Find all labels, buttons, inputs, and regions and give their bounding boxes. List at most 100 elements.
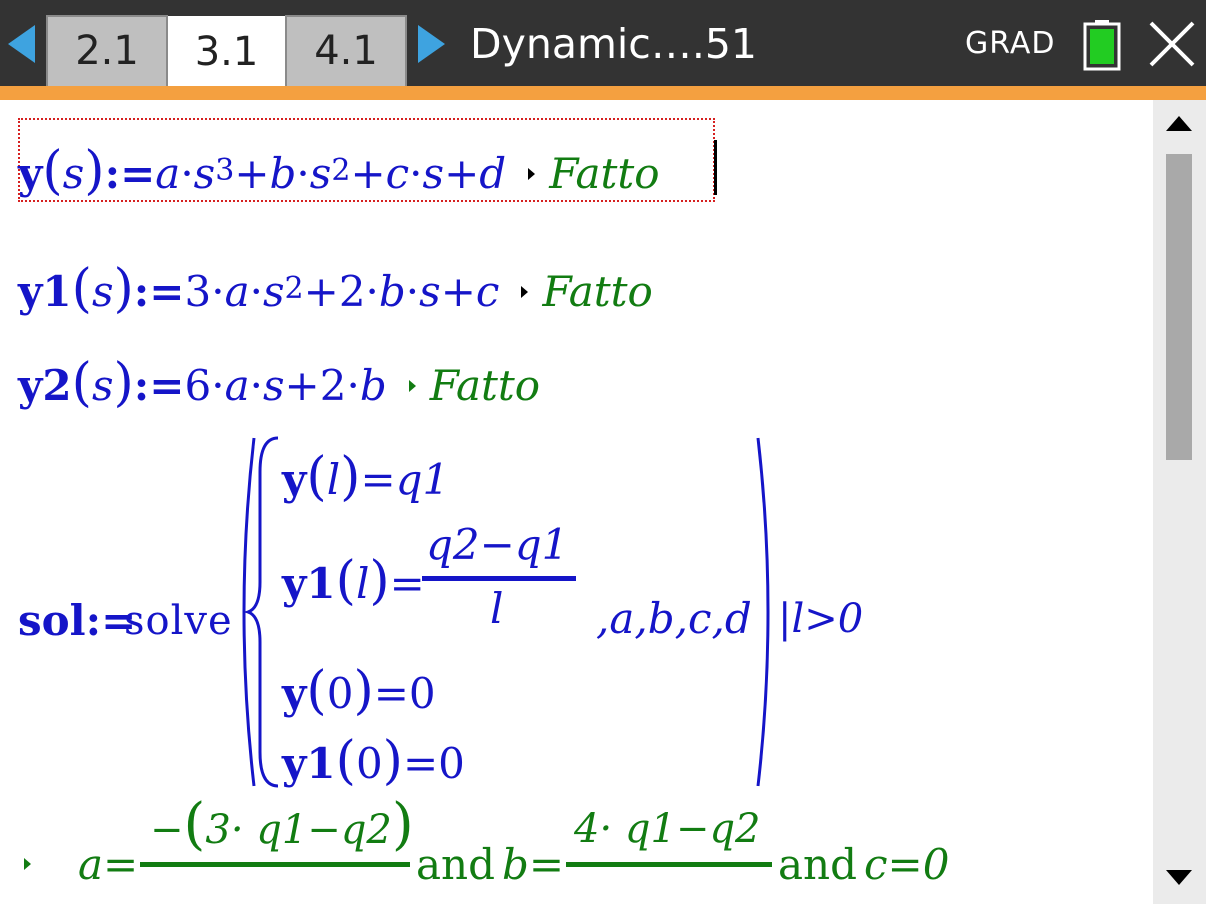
solve-condition: |l>0	[778, 596, 864, 642]
expr-op: ·	[249, 267, 263, 316]
result-a-lhs: a=	[78, 840, 139, 889]
equation-1: y(l)=q1	[282, 447, 450, 507]
expr-term: c	[475, 267, 500, 316]
assign-operator: :=	[133, 267, 185, 316]
a-numerator-expr: 3· q1−q2	[205, 807, 392, 853]
eq-lhs: y	[282, 455, 307, 504]
scroll-up-icon[interactable]	[1166, 116, 1192, 131]
expr-term: a	[224, 267, 250, 316]
entry-y-definition[interactable]: y(s):=a·s3+b·s2+c·s+d Fatto	[18, 145, 660, 204]
expr-term: c	[385, 149, 410, 198]
entry-y2-definition[interactable]: y2(s):=6·a·s+2·b Fatto	[18, 357, 541, 411]
expr-exponent: 2	[331, 153, 351, 188]
function-name: y1	[18, 267, 72, 316]
equation-4: y1(0)=0	[282, 731, 465, 791]
result-text: Fatto	[429, 361, 541, 410]
result-arrow-icon	[521, 286, 529, 298]
expr-op: ·	[405, 267, 420, 316]
assign-operator: :=	[133, 361, 185, 410]
eq-arg: l	[355, 559, 370, 608]
equation-3: y(0)=0	[282, 661, 436, 721]
expr-op: ·	[296, 149, 310, 198]
left-arrow-icon[interactable]	[8, 25, 35, 63]
eq-lhs: y	[282, 669, 307, 718]
eq-rhs: =0	[402, 739, 465, 788]
expr-op: +2·	[303, 267, 379, 316]
eq-rhs: =0	[373, 669, 436, 718]
expr-term: s	[419, 267, 441, 316]
close-icon[interactable]	[1147, 19, 1197, 69]
minus-sign: −	[150, 807, 184, 853]
expr-term: d	[479, 149, 507, 198]
result-a-numerator: −(3· q1−q2)	[150, 792, 414, 857]
fraction-bar	[566, 862, 772, 867]
expr-op: ·	[249, 361, 263, 410]
sol-assign: sol:=	[18, 596, 137, 645]
expr-term: a	[224, 361, 250, 410]
eq-arg: 0	[326, 669, 354, 718]
function-name: y	[18, 149, 43, 198]
scroll-down-icon[interactable]	[1166, 870, 1192, 885]
solve-function: solve	[124, 598, 233, 644]
expr-op: 6·	[184, 361, 225, 410]
assign-operator: :=	[104, 149, 156, 198]
active-tab-underline	[0, 86, 1206, 100]
expr-term: s	[262, 267, 285, 316]
and-text: and	[778, 840, 857, 889]
entry-y1-definition[interactable]: y1(s):=3·a·s2+2·b·s+c Fatto	[18, 263, 653, 322]
solve-variables: ,a,b,c,d	[596, 594, 752, 643]
solve-outer-paren-and-brace	[242, 436, 279, 788]
function-name: y2	[18, 361, 72, 410]
result-b-lhs: b=	[502, 840, 565, 889]
function-argument: s	[91, 361, 114, 410]
eq2-numerator: q2−q1	[426, 520, 569, 569]
angle-mode-indicator: GRAD	[965, 26, 1056, 61]
right-arrow-icon[interactable]	[418, 25, 445, 63]
expr-op: ·	[409, 149, 423, 198]
expr-op: +2·	[284, 361, 360, 410]
expr-op: +	[444, 149, 480, 198]
result-text: Fatto	[549, 149, 660, 198]
function-argument: s	[62, 149, 85, 198]
function-argument: s	[91, 267, 114, 316]
eq-sign: =	[389, 559, 425, 608]
battery-icon	[1083, 20, 1121, 71]
eq-rhs: =q1	[360, 455, 450, 504]
solve-close-paren	[756, 437, 770, 787]
eq2-denominator: l	[490, 584, 504, 633]
equation-2: y1(l)=	[282, 551, 425, 611]
title-bar: 2.1 3.1 4.1 Dynamic….51 GRAD	[0, 0, 1206, 100]
eq-arg: l	[326, 455, 341, 504]
and-text: and	[416, 840, 495, 889]
document-title: Dynamic….51	[470, 20, 758, 68]
result-text: Fatto	[542, 267, 653, 316]
expr-op: 3·	[184, 267, 225, 316]
expr-term: b	[359, 361, 387, 410]
expr-term: s	[309, 149, 332, 198]
expr-op: +	[234, 149, 270, 198]
expr-term: s	[262, 361, 285, 410]
fraction-bar	[140, 862, 410, 867]
expr-term: b	[378, 267, 406, 316]
expr-term: s	[193, 149, 216, 198]
expr-op: +	[440, 267, 476, 316]
result-arrow-icon	[24, 858, 31, 870]
expr-exponent: 2	[284, 271, 304, 306]
result-arrow-icon	[528, 168, 536, 180]
eq-lhs: y1	[282, 739, 336, 788]
tab-2-1[interactable]: 2.1	[46, 15, 168, 86]
scrollbar-thumb[interactable]	[1166, 154, 1192, 460]
expr-exponent: 3	[215, 153, 235, 188]
tab-4-1[interactable]: 4.1	[285, 15, 407, 86]
expr-term: a	[155, 149, 181, 198]
expr-op: +	[350, 149, 386, 198]
result-c: c=0	[864, 840, 950, 889]
expr-term: s	[422, 149, 445, 198]
result-b-numerator: 4· q1−q2	[574, 806, 761, 852]
expr-term: b	[269, 149, 297, 198]
eq-arg: 0	[355, 739, 383, 788]
eq-lhs: y1	[282, 559, 336, 608]
result-arrow-icon	[408, 380, 416, 392]
expr-op: ·	[180, 149, 194, 198]
text-cursor	[714, 140, 717, 195]
